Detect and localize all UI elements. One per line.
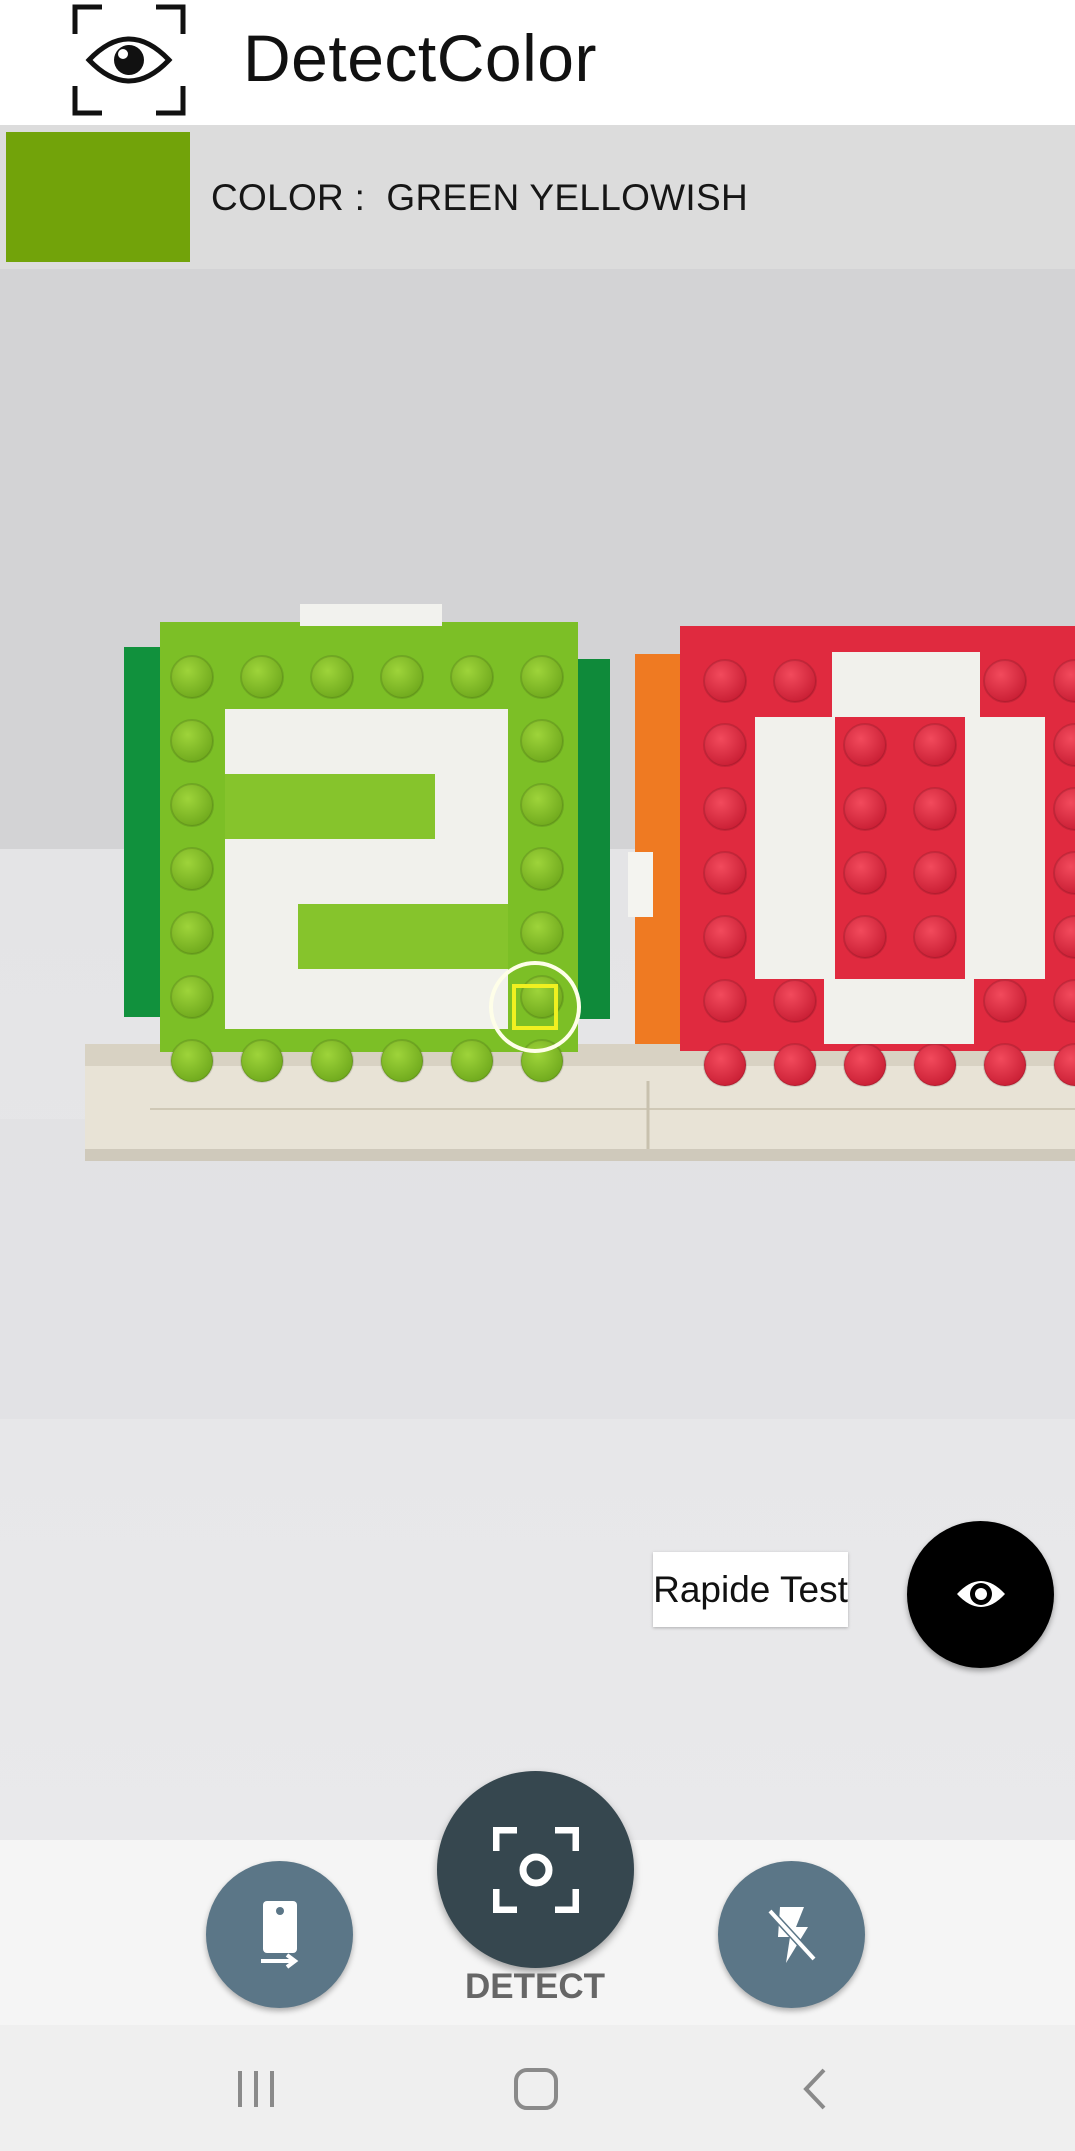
home-button[interactable] (476, 2025, 596, 2151)
color-result-bar: COLOR : GREEN YELLOWISH (0, 125, 1075, 269)
recents-icon (236, 2069, 276, 2109)
flash-toggle-button[interactable] (718, 1861, 865, 2008)
scan-icon (493, 1827, 579, 1913)
back-icon (800, 2067, 830, 2111)
eye-scan-icon (72, 4, 186, 116)
flash-off-icon (766, 1905, 818, 1965)
rapid-test-button[interactable] (907, 1521, 1054, 1668)
color-swatch (6, 132, 190, 262)
back-button[interactable] (758, 2025, 878, 2151)
detect-button[interactable] (437, 1771, 634, 1968)
app-bar: DetectColor (0, 0, 1075, 125)
home-icon (513, 2067, 559, 2111)
recents-button[interactable] (196, 2025, 316, 2151)
rapid-test-label[interactable]: Rapide Test (653, 1552, 848, 1627)
switch-camera-icon (257, 1901, 303, 1969)
app-title: DetectColor (243, 21, 597, 95)
detect-label: DETECT (465, 1967, 605, 2006)
color-name-label: COLOR : GREEN YELLOWISH (211, 177, 748, 218)
switch-camera-button[interactable] (206, 1861, 353, 2008)
eye-icon (955, 1572, 1007, 1616)
system-nav-bar (0, 2025, 1075, 2151)
